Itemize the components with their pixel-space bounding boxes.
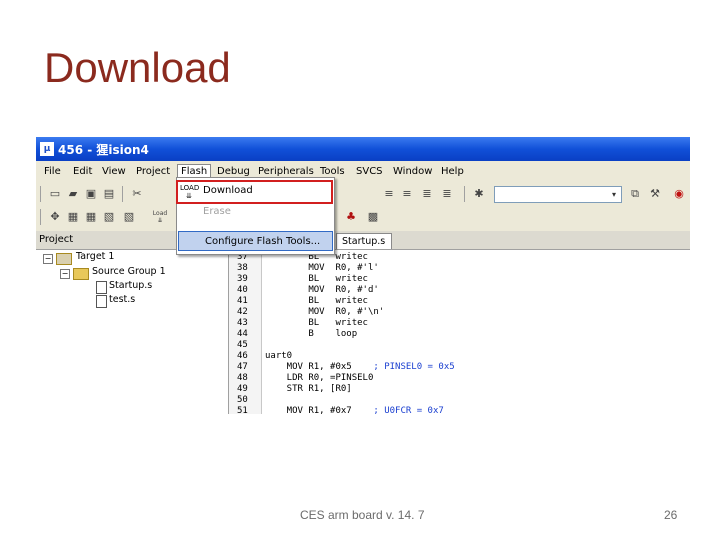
code-line[interactable]: LDR R0, =PINSEL0: [265, 373, 374, 384]
code-line[interactable]: BL writec: [265, 318, 368, 329]
line-number: 48: [237, 373, 248, 383]
unindent-icon[interactable]: ≡: [400, 187, 414, 201]
line-number: 50: [237, 395, 248, 405]
menu-svcs[interactable]: SVCS: [356, 166, 383, 177]
collapse-icon[interactable]: −: [60, 269, 70, 279]
project-panel-title: Project: [39, 234, 74, 245]
code-line[interactable]: MOV R0, #'d': [265, 285, 378, 296]
find-combobox[interactable]: ▾: [494, 186, 622, 203]
menu-item-erase[interactable]: Erase: [177, 202, 334, 222]
code-line[interactable]: uart0: [265, 351, 292, 362]
line-number: 43: [237, 318, 248, 328]
rebuild-icon[interactable]: ▦: [84, 210, 98, 224]
build-icon[interactable]: ▦: [66, 210, 80, 224]
code-line[interactable]: MOV R0, #'\n': [265, 307, 384, 318]
open-folder-icon[interactable]: ▰: [66, 187, 80, 201]
standard-toolbar: ▭ ▰ ▣ ▤ ✂ ≡ ≡ ≣ ≣ ✱ ▾ ⧉ ⚒ ◉: [36, 183, 690, 205]
translate-icon[interactable]: ✥: [48, 210, 62, 224]
load-download-icon[interactable]: Load ⇊: [148, 210, 172, 224]
load-label: Load: [152, 210, 168, 217]
code-comment: ; U0FCR = 0x7: [373, 406, 444, 414]
manage-runtime-icon[interactable]: ▩: [366, 210, 380, 224]
menu-view[interactable]: View: [102, 166, 126, 177]
incremental-find-icon[interactable]: ⚒: [648, 187, 662, 201]
menu-window[interactable]: Window: [393, 166, 432, 177]
menu-help[interactable]: Help: [441, 166, 464, 177]
code-line[interactable]: MOV R1, #0x5 ; PINSEL0 = 0x5: [265, 362, 455, 373]
save-all-icon[interactable]: ▤: [102, 187, 116, 201]
flash-menu-dropdown: LOAD ⇊ Download Erase Configure Flash Too…: [176, 177, 335, 255]
line-number: 38: [237, 263, 248, 273]
debug-session-icon[interactable]: ◉: [672, 187, 686, 201]
toolbar-separator: [122, 186, 123, 202]
code-line[interactable]: BL writec: [265, 274, 368, 285]
code-comment: ; PINSEL0 = 0x5: [373, 362, 455, 372]
tree-file-startup[interactable]: Startup.s: [109, 280, 152, 294]
toolbar-separator: [464, 186, 465, 202]
line-number: 42: [237, 307, 248, 317]
code-line[interactable]: B loop: [265, 329, 357, 340]
stop-build-icon[interactable]: ▧: [122, 210, 136, 224]
collapse-icon[interactable]: −: [43, 254, 53, 264]
code-text: MOV R1, #0x7: [265, 406, 374, 414]
new-file-icon[interactable]: ▭: [48, 187, 62, 201]
line-number: 39: [237, 274, 248, 284]
code-line[interactable]: BL writec: [265, 296, 368, 307]
line-number: 45: [237, 340, 248, 350]
menu-edit[interactable]: Edit: [73, 166, 92, 177]
cut-icon[interactable]: ✂: [130, 187, 144, 201]
build-toolbar: ✥ ▦ ▦ ▧ ▧ Load ⇊ ♣ ▩: [36, 206, 690, 228]
target-icon: [56, 253, 72, 265]
file-icon: [96, 295, 107, 308]
find-icon[interactable]: ⧉: [628, 187, 642, 201]
line-number: 44: [237, 329, 248, 339]
menu-debug[interactable]: Debug: [217, 166, 250, 177]
line-number: 47: [237, 362, 248, 372]
window-titlebar[interactable]: μ 456 - 猩ision4: [36, 137, 690, 161]
tree-source-group[interactable]: Source Group 1: [92, 266, 166, 280]
slide-page-number: 26: [664, 508, 678, 522]
slide-title: Download: [44, 44, 231, 91]
indent-icon[interactable]: ≡: [382, 187, 396, 201]
uncomment-icon[interactable]: ≣: [440, 187, 454, 201]
ide-screenshot: μ 456 - 猩ision4 File Edit View Project F…: [36, 137, 690, 414]
find-in-files-icon[interactable]: ✱: [472, 187, 486, 201]
line-number: 41: [237, 296, 248, 306]
chevron-down-icon[interactable]: ▾: [608, 188, 620, 201]
code-editor[interactable]: 37 BL writec 38 MOV R0, #'l' 39 BL writec 4…: [229, 250, 690, 414]
slide-footer: CES arm board v. 14. 7: [300, 508, 425, 522]
toolbar-grip: [40, 186, 41, 202]
select-packs-icon[interactable]: ♣: [344, 210, 358, 224]
tree-target[interactable]: Target 1: [76, 251, 114, 265]
menu-item-configure-flash-tools[interactable]: Configure Flash Tools...: [178, 231, 333, 251]
save-icon[interactable]: ▣: [84, 187, 98, 201]
comment-icon[interactable]: ≣: [420, 187, 434, 201]
menu-item-label: Erase: [203, 206, 231, 217]
menu-item-label: Configure Flash Tools...: [205, 236, 321, 247]
code-line[interactable]: MOV R1, #0x7 ; U0FCR = 0x7: [265, 406, 444, 414]
project-tree: − Target 1 − Source Group 1 Startup.s te…: [36, 250, 229, 414]
menu-project[interactable]: Project: [136, 166, 170, 177]
app-logo-icon: μ: [40, 142, 54, 156]
code-text: MOV R1, #0x5: [265, 362, 374, 372]
tab-label: Startup.s: [342, 236, 386, 247]
code-line[interactable]: MOV R0, #'l': [265, 263, 378, 274]
folder-icon: [73, 268, 89, 280]
menu-bar: File Edit View Project Flash Debug Perip…: [36, 163, 690, 181]
menu-peripherals[interactable]: Peripherals: [258, 166, 314, 177]
menu-file[interactable]: File: [44, 166, 61, 177]
toolbar-grip: [40, 209, 41, 225]
line-number: 46: [237, 351, 248, 361]
line-number: 51: [237, 406, 248, 414]
code-line[interactable]: STR R1, [R0]: [265, 384, 352, 395]
tree-file-test[interactable]: test.s: [109, 294, 135, 308]
line-number: 49: [237, 384, 248, 394]
highlight-box: [176, 180, 333, 204]
tab-startup-s[interactable]: Startup.s: [336, 233, 392, 249]
menu-tools[interactable]: Tools: [320, 166, 345, 177]
file-icon: [96, 281, 107, 294]
batch-build-icon[interactable]: ▧: [102, 210, 116, 224]
window-title: 456 - 猩ision4: [58, 143, 149, 157]
line-number: 40: [237, 285, 248, 295]
